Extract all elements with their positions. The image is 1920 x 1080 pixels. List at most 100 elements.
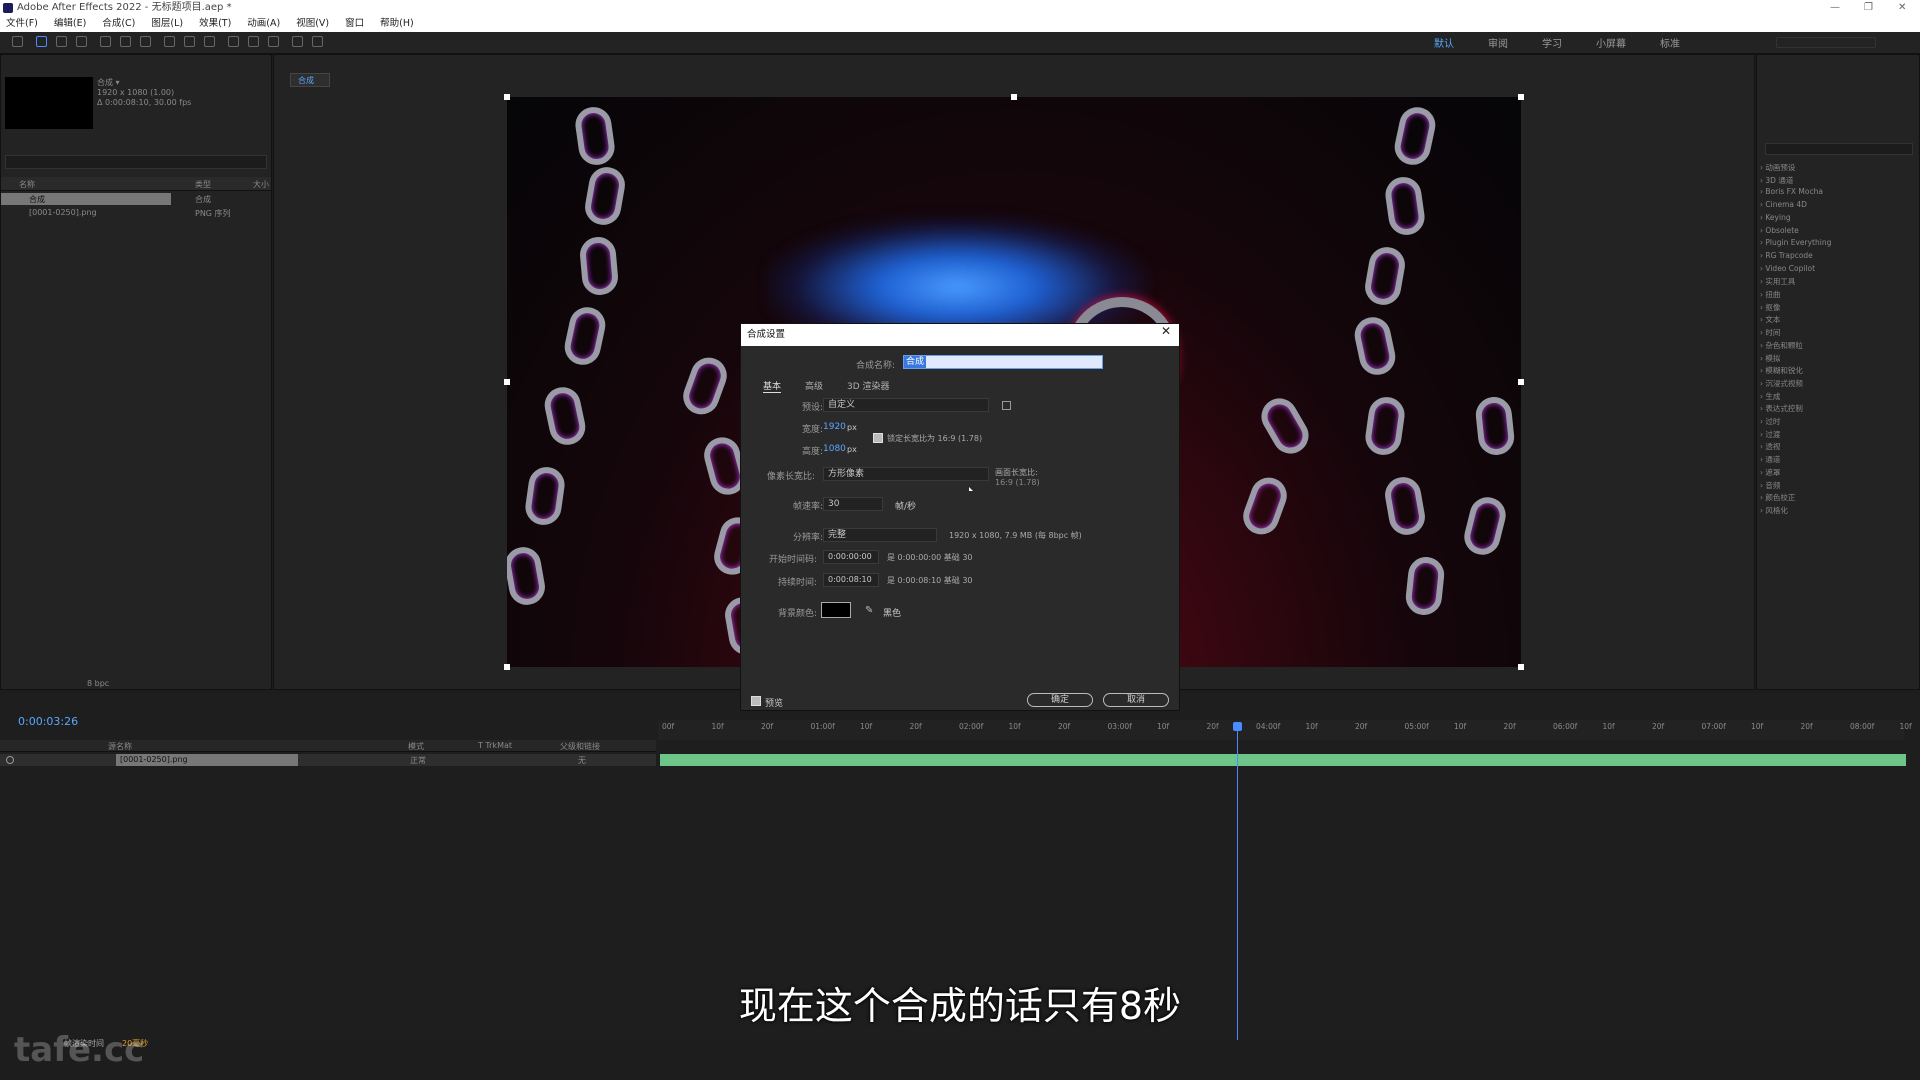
roto-brush-tool-icon[interactable]: [292, 36, 303, 47]
effect-category-item[interactable]: › 模糊和锐化: [1760, 365, 1803, 376]
menu-composition[interactable]: 合成(C): [102, 16, 135, 32]
dialog-close-icon[interactable]: ✕: [1161, 324, 1171, 338]
width-value[interactable]: 1920: [823, 422, 846, 432]
fps-select[interactable]: 30: [823, 497, 883, 511]
col-name-header[interactable]: 名称: [19, 179, 35, 190]
bpc-label[interactable]: 8 bpc: [87, 679, 109, 688]
effect-category-item[interactable]: › 模拟: [1760, 353, 1780, 364]
effect-category-item[interactable]: › Video Copilot: [1760, 264, 1815, 273]
minimize-icon[interactable]: —: [1830, 0, 1840, 16]
start-timecode-input[interactable]: 0:00:00:00: [823, 550, 879, 564]
layer-mode-select[interactable]: 正常: [410, 755, 426, 766]
preset-select[interactable]: 自定义: [823, 398, 989, 412]
hand-tool-icon[interactable]: [56, 36, 67, 47]
pixel-aspect-select[interactable]: 方形像素: [823, 467, 989, 481]
visibility-eye-icon[interactable]: [6, 756, 14, 764]
bg-color-swatch[interactable]: [821, 602, 851, 618]
effect-category-item[interactable]: › 透视: [1760, 441, 1780, 452]
effect-category-item[interactable]: › 时间: [1760, 327, 1780, 338]
effect-category-item[interactable]: › 颜色校正: [1760, 492, 1795, 503]
effect-category-item[interactable]: › 生成: [1760, 391, 1780, 402]
resolution-select[interactable]: 完整: [823, 528, 937, 542]
menu-help[interactable]: 帮助(H): [380, 16, 414, 32]
lock-ratio-checkbox[interactable]: [873, 433, 883, 443]
effect-category-item[interactable]: › Keying: [1760, 213, 1791, 222]
effect-category-item[interactable]: › Obsolete: [1760, 226, 1799, 235]
workspace-learn[interactable]: 学习: [1542, 35, 1562, 50]
effect-category-item[interactable]: › 过渡: [1760, 429, 1780, 440]
viewer-tab[interactable]: 合成: [298, 75, 314, 86]
layer-duration-bar[interactable]: [660, 754, 1906, 766]
close-window-icon[interactable]: ✕: [1898, 0, 1906, 16]
transform-handle[interactable]: [1518, 379, 1524, 385]
effect-category-item[interactable]: › 音频: [1760, 480, 1780, 491]
transform-handle[interactable]: [1518, 94, 1524, 100]
effect-category-item[interactable]: › 动画预设: [1760, 162, 1795, 173]
height-value[interactable]: 1080: [823, 444, 846, 454]
col-size-header[interactable]: 大小: [253, 179, 269, 190]
zoom-tool-icon[interactable]: [76, 36, 87, 47]
tab-advanced[interactable]: 高级: [805, 379, 823, 392]
save-preset-icon[interactable]: [1002, 401, 1011, 410]
pan-behind-tool-icon[interactable]: [140, 36, 151, 47]
text-tool-icon[interactable]: [204, 36, 215, 47]
tab-basic[interactable]: 基本: [763, 379, 782, 393]
effect-category-item[interactable]: › 实用工具: [1760, 276, 1795, 287]
effect-category-item[interactable]: › 风格化: [1760, 505, 1788, 516]
camera-tool-icon[interactable]: [120, 36, 131, 47]
effect-category-item[interactable]: › 扭曲: [1760, 289, 1780, 300]
workspace-small-screen[interactable]: 小屏幕: [1596, 35, 1626, 50]
brush-tool-icon[interactable]: [228, 36, 239, 47]
menu-effect[interactable]: 效果(T): [199, 16, 231, 32]
effect-category-item[interactable]: › RG Trapcode: [1760, 251, 1813, 260]
workspace-standard[interactable]: 标准: [1660, 35, 1680, 50]
clone-tool-icon[interactable]: [248, 36, 259, 47]
layer-parent-select[interactable]: 无: [578, 755, 586, 766]
transform-handle[interactable]: [504, 664, 510, 670]
eraser-tool-icon[interactable]: [268, 36, 279, 47]
ok-button[interactable]: 确定: [1027, 693, 1093, 707]
comp-name-input[interactable]: 合成: [903, 355, 1103, 369]
effect-category-item[interactable]: › 通道: [1760, 454, 1780, 465]
project-search-input[interactable]: [5, 155, 267, 169]
menu-window[interactable]: 窗口: [345, 16, 364, 32]
selection-tool-icon[interactable]: [36, 36, 47, 47]
cancel-button[interactable]: 取消: [1103, 693, 1169, 707]
project-item-png[interactable]: [0001-0250].png: [29, 208, 97, 217]
effect-category-item[interactable]: › 遮罩: [1760, 467, 1780, 478]
transform-handle[interactable]: [1011, 94, 1017, 100]
pen-tool-icon[interactable]: [184, 36, 195, 47]
menu-edit[interactable]: 编辑(E): [54, 16, 86, 32]
puppet-tool-icon[interactable]: [312, 36, 323, 47]
effect-category-item[interactable]: › 表达式控制: [1760, 403, 1803, 414]
current-timecode[interactable]: 0:00:03:26: [18, 715, 78, 728]
mask-tool-icon[interactable]: [164, 36, 175, 47]
menu-layer[interactable]: 图层(L): [151, 16, 183, 32]
effect-category-item[interactable]: › Cinema 4D: [1760, 200, 1807, 209]
menu-animation[interactable]: 动画(A): [247, 16, 280, 32]
eyedropper-icon[interactable]: ✎: [865, 605, 873, 616]
effect-category-item[interactable]: › 3D 通道: [1760, 175, 1793, 186]
home-icon[interactable]: [12, 36, 23, 47]
effect-category-item[interactable]: › Plugin Everything: [1760, 238, 1831, 247]
menu-view[interactable]: 视图(V): [296, 16, 329, 32]
restore-icon[interactable]: ❐: [1864, 0, 1873, 16]
project-item-selected[interactable]: [1, 193, 171, 205]
preview-checkbox[interactable]: [751, 696, 761, 706]
effect-category-item[interactable]: › 抠像: [1760, 302, 1780, 313]
effect-category-item[interactable]: › 沉浸式视频: [1760, 378, 1803, 389]
workspace-review[interactable]: 审阅: [1488, 35, 1508, 50]
effect-category-item[interactable]: › Boris FX Mocha: [1760, 187, 1823, 196]
transform-handle[interactable]: [504, 94, 510, 100]
col-type-header[interactable]: 类型: [195, 179, 211, 190]
effects-search-input[interactable]: [1765, 143, 1913, 155]
transform-handle[interactable]: [1518, 664, 1524, 670]
workspace-default[interactable]: 默认: [1434, 35, 1454, 50]
rotate-tool-icon[interactable]: [100, 36, 111, 47]
effect-category-item[interactable]: › 杂色和颗粒: [1760, 340, 1803, 351]
tab-3d-renderer[interactable]: 3D 渲染器: [847, 379, 890, 392]
playhead-handle[interactable]: [1233, 722, 1242, 731]
effect-category-item[interactable]: › 过时: [1760, 416, 1780, 427]
effect-category-item[interactable]: › 文本: [1760, 314, 1780, 325]
search-help-input[interactable]: [1776, 37, 1876, 48]
